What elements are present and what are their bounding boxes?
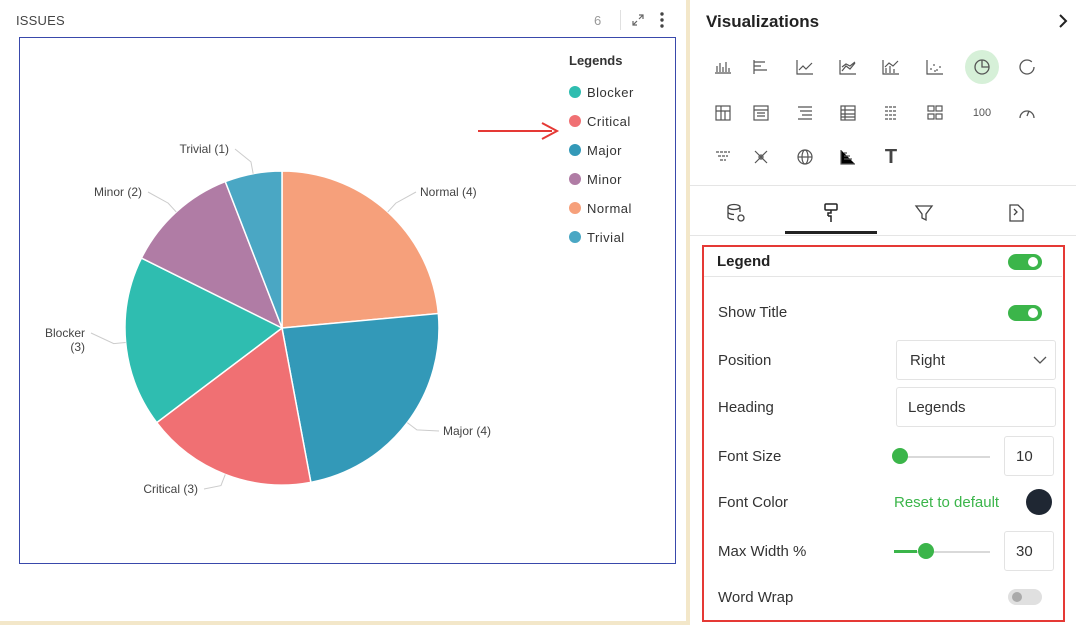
data-label-major: Major (4)	[443, 424, 491, 438]
divider	[690, 185, 1076, 186]
heading-label: Heading	[718, 399, 774, 416]
legend-section-label: Legend	[717, 253, 771, 270]
pivot-table-icon[interactable]	[706, 96, 740, 130]
column-chart-icon[interactable]	[706, 50, 740, 84]
chevron-right-icon[interactable]	[1056, 12, 1070, 30]
data-label-minor: Minor (2)	[94, 185, 142, 199]
leader-line-blocker	[90, 332, 126, 345]
scatter-chart-icon[interactable]	[918, 50, 952, 84]
font-size-input[interactable]	[1004, 436, 1054, 476]
data-label-blocker: Blocker (3)	[45, 326, 85, 354]
legend-toggle[interactable]	[1008, 254, 1042, 270]
issues-widget: ISSUES 6 Normal (4) Major (4) Critical (3)…	[0, 0, 686, 625]
doughnut-chart-icon[interactable]	[1010, 50, 1044, 84]
pie-chart: Normal (4) Major (4) Critical (3) Blocker (3…	[45, 53, 634, 496]
pie-slice-normal[interactable]	[281, 170, 440, 329]
tab-format[interactable]	[785, 192, 877, 234]
legend-marker-major[interactable]	[569, 144, 581, 156]
leader-line-critical	[203, 474, 226, 490]
legend-label-minor[interactable]: Minor	[587, 172, 622, 187]
font-color-label: Font Color	[718, 494, 789, 511]
tab-data-source[interactable]	[690, 192, 782, 234]
legend-title: Legends	[569, 53, 622, 68]
legend-settings-section: Legend Show Title Position Right Heading…	[702, 245, 1065, 622]
reset-font-color-link[interactable]: Reset to default	[894, 494, 999, 511]
conditional-format-icon	[1009, 204, 1024, 222]
red-arrow-annotation	[478, 122, 560, 140]
data-label-critical: Critical (3)	[143, 482, 198, 496]
tab-conditional-format[interactable]	[970, 192, 1062, 234]
divider	[690, 235, 1076, 236]
legend-label-normal[interactable]: Normal	[587, 201, 632, 216]
position-label: Position	[718, 352, 772, 369]
network-icon[interactable]	[744, 140, 778, 174]
show-title-label: Show Title	[718, 304, 788, 321]
legend-marker-blocker[interactable]	[569, 86, 581, 98]
position-select[interactable]: Right	[896, 340, 1056, 380]
format-brush-icon	[824, 203, 838, 222]
bar-line-icon[interactable]	[831, 140, 865, 174]
show-title-toggle[interactable]	[1008, 305, 1042, 321]
legend-marker-normal[interactable]	[569, 202, 581, 214]
legend-marker-minor[interactable]	[569, 173, 581, 185]
area-chart-icon[interactable]	[831, 50, 865, 84]
data-label-normal: Normal (4)	[420, 185, 477, 199]
font-size-label: Font Size	[718, 448, 782, 465]
line-chart-icon[interactable]	[788, 50, 822, 84]
funnel-icon[interactable]	[706, 140, 740, 174]
font-color-swatch[interactable]	[1026, 489, 1052, 515]
chevron-down-icon	[1033, 356, 1047, 364]
table-icon[interactable]	[744, 96, 778, 130]
word-wrap-toggle[interactable]	[1008, 589, 1042, 605]
max-width-input[interactable]	[1004, 531, 1054, 571]
legend-section-header: Legend	[704, 247, 1062, 277]
globe-icon[interactable]	[788, 140, 822, 174]
position-value: Right	[910, 352, 946, 369]
settings-panel: Visualizations 100 T Legend Show Title P…	[690, 0, 1076, 625]
max-width-label: Max Width %	[718, 543, 807, 560]
combo-chart-icon[interactable]	[874, 50, 908, 84]
heading-input[interactable]	[896, 387, 1056, 427]
gauge-icon[interactable]	[1010, 96, 1044, 130]
legend-marker-trivial[interactable]	[569, 231, 581, 243]
list-icon[interactable]	[874, 96, 908, 130]
legend-label-major[interactable]: Major	[587, 143, 622, 158]
card-grid-icon[interactable]	[918, 96, 952, 130]
legend-marker-critical[interactable]	[569, 115, 581, 127]
tree-table-icon[interactable]	[788, 96, 822, 130]
leader-line-normal	[387, 191, 417, 213]
legend-label-trivial[interactable]: Trivial	[587, 230, 625, 245]
text-icon[interactable]: T	[874, 140, 908, 174]
filter-icon	[914, 205, 934, 222]
tab-filter[interactable]	[878, 192, 970, 234]
data-source-icon	[727, 203, 745, 222]
legend-label-critical[interactable]: Critical	[587, 114, 631, 129]
word-wrap-label: Word Wrap	[718, 589, 794, 606]
bar-chart-icon[interactable]	[744, 50, 778, 84]
data-label-trivial: Trivial (1)	[179, 142, 229, 156]
legend-label-blocker[interactable]: Blocker	[587, 85, 634, 100]
number-icon[interactable]: 100	[965, 96, 999, 130]
leader-line-minor	[147, 191, 177, 213]
bottom-strip	[0, 621, 686, 625]
grid-icon[interactable]	[831, 96, 865, 130]
pie-chart-icon[interactable]	[965, 50, 999, 84]
visualizations-title: Visualizations	[706, 12, 820, 31]
leader-line-major	[406, 422, 440, 432]
leader-line-trivial	[234, 148, 254, 174]
